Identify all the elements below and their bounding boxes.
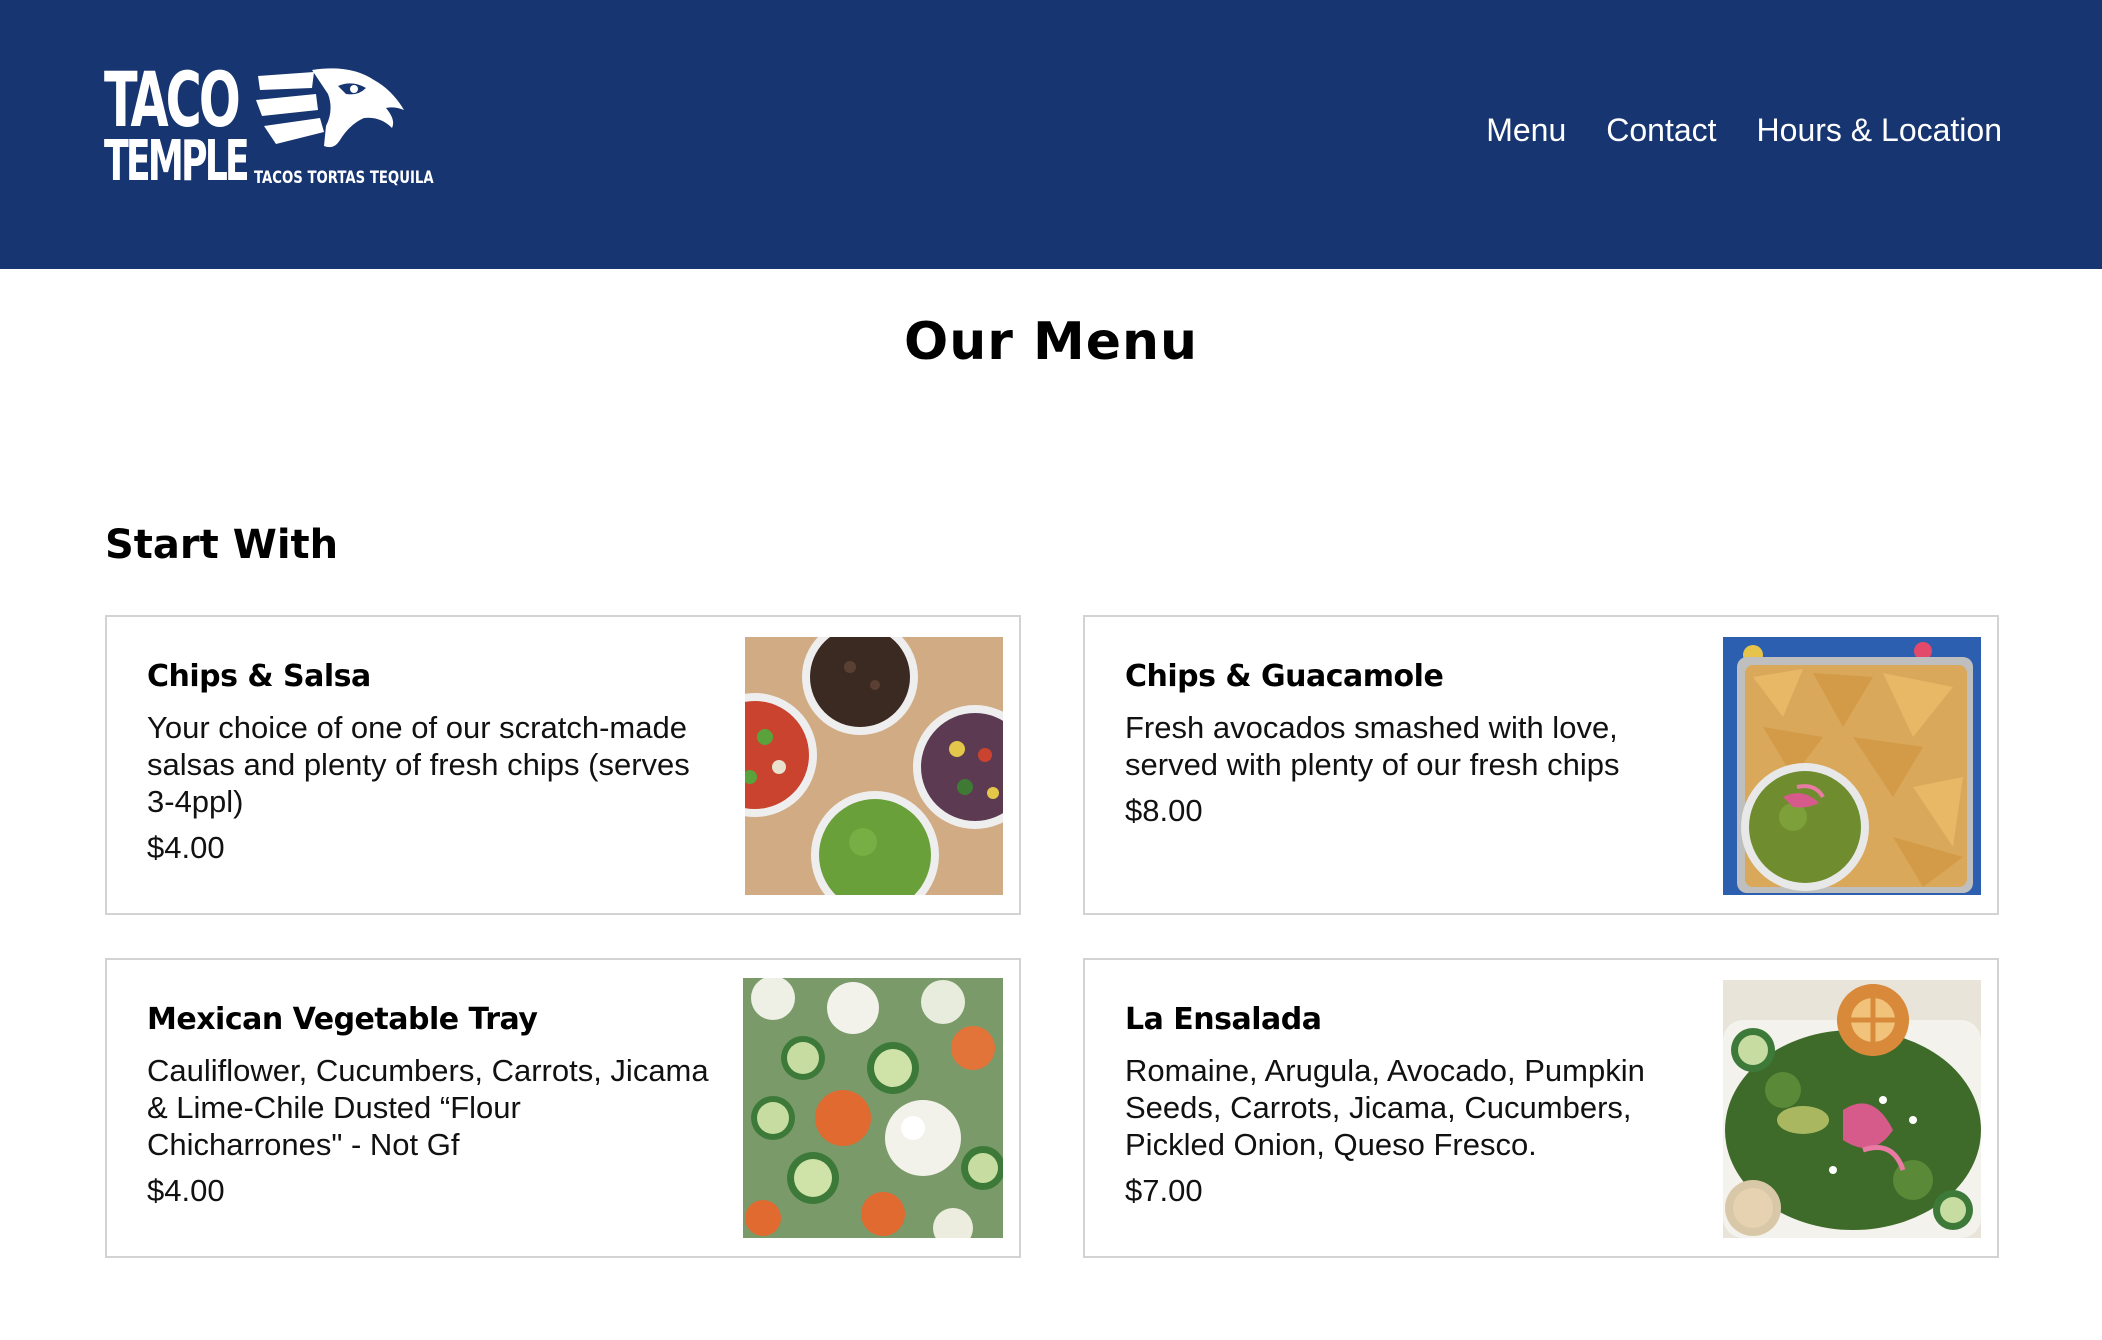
logo-word-taco: TACO: [104, 55, 241, 144]
salsa-bowls-photo: [745, 637, 1003, 895]
salad-photo: [1723, 980, 1981, 1238]
menu-item-name: Mexican Vegetable Tray: [147, 1002, 538, 1037]
main-nav: Menu Contact Hours & Location: [1486, 110, 2002, 150]
menu-item-text: Chips & Guacamole Fresh avocados smashed…: [1125, 659, 1695, 831]
menu-item-price: $4.00: [147, 1173, 225, 1208]
logo-tagline: TACOS TORTAS TEQUILA: [254, 168, 434, 188]
menu-item-description: Cauliflower, Cucumbers, Carrots, Jicama …: [147, 1053, 709, 1162]
nav-link-contact[interactable]: Contact: [1606, 110, 1716, 150]
menu-item-card: Chips & Salsa Your choice of one of our …: [105, 615, 1021, 915]
menu-item-text: Chips & Salsa Your choice of one of our …: [147, 659, 717, 868]
menu-item-name: Chips & Salsa: [147, 659, 371, 694]
logo-word-temple: TEMPLE: [104, 129, 250, 194]
menu-item-price: $8.00: [1125, 793, 1203, 828]
nav-link-hours-location[interactable]: Hours & Location: [1757, 110, 2002, 150]
nav-link-menu[interactable]: Menu: [1486, 110, 1566, 150]
taco-temple-logo[interactable]: TACO TEMPLE TACOS TORTAS TEQUILA: [104, 55, 434, 195]
site-header: TACO TEMPLE TACOS TORTAS TEQUILA Menu Co…: [0, 0, 2102, 269]
menu-item-description: Romaine, Arugula, Avocado, Pumpkin Seeds…: [1125, 1053, 1645, 1162]
page-title: Our Menu: [903, 312, 1199, 372]
vegetable-tray-photo: [743, 978, 1003, 1238]
menu-item-card: Chips & Guacamole Fresh avocados smashed…: [1083, 615, 1999, 915]
menu-item-price: $4.00: [147, 830, 225, 865]
eagle-head-icon: [256, 68, 404, 148]
menu-item-card: Mexican Vegetable Tray Cauliflower, Cucu…: [105, 958, 1021, 1258]
menu-item-description: Your choice of one of our scratch-made s…: [147, 710, 690, 819]
menu-item-text: La Ensalada Romaine, Arugula, Avocado, P…: [1125, 1002, 1695, 1211]
menu-item-price: $7.00: [1125, 1173, 1203, 1208]
menu-item-text: Mexican Vegetable Tray Cauliflower, Cucu…: [147, 1002, 717, 1211]
section-title-start-with: Start With: [105, 522, 339, 568]
menu-item-name: La Ensalada: [1125, 1002, 1322, 1037]
menu-item-description: Fresh avocados smashed with love, served…: [1125, 710, 1620, 782]
menu-item-name: Chips & Guacamole: [1125, 659, 1444, 694]
menu-item-card: La Ensalada Romaine, Arugula, Avocado, P…: [1083, 958, 1999, 1258]
chips-guacamole-photo: [1723, 637, 1981, 895]
